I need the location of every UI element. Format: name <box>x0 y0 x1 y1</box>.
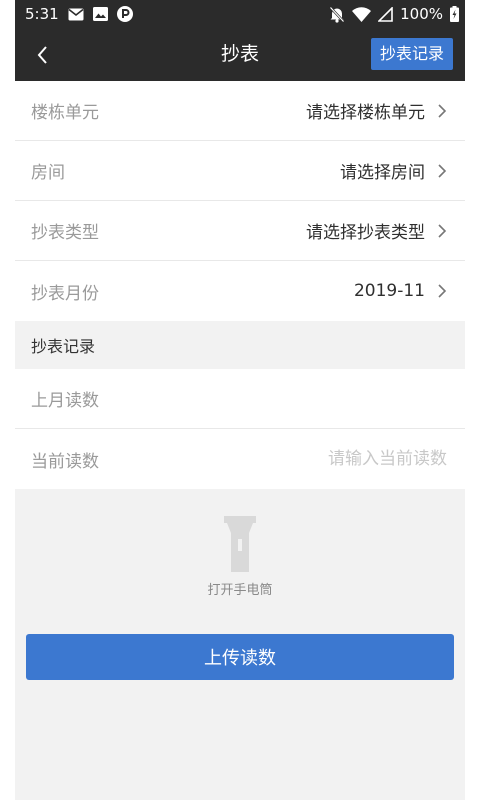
status-bar: 5:31 100% <box>15 0 465 28</box>
flashlight-icon <box>224 516 256 572</box>
signal-icon <box>378 6 393 22</box>
flashlight-label: 打开手电筒 <box>207 583 273 598</box>
title-bar: 抄表 抄表记录 <box>15 28 465 81</box>
row-label: 房间 <box>31 163 65 183</box>
reading-form: 楼栋单元 请选择楼栋单元 房间 请选择房间 抄表类型 请选择抄表类型 抄表月份 … <box>15 81 465 489</box>
row-label: 楼栋单元 <box>31 103 99 123</box>
chevron-right-icon <box>437 283 449 299</box>
section-title: 抄表记录 <box>15 321 465 369</box>
upload-reading-button[interactable]: 上传读数 <box>26 634 454 680</box>
mail-icon <box>68 8 84 21</box>
row-label: 抄表月份 <box>31 283 99 304</box>
room-selector[interactable]: 房间 请选择房间 <box>15 141 465 201</box>
building-unit-selector[interactable]: 楼栋单元 请选择楼栋单元 <box>15 81 465 141</box>
chevron-right-icon <box>437 223 449 239</box>
flashlight-toggle[interactable]: 打开手电筒 <box>15 515 465 598</box>
meter-type-selector[interactable]: 抄表类型 请选择抄表类型 <box>15 201 465 261</box>
current-reading-input[interactable] <box>245 448 449 470</box>
meter-records-button[interactable]: 抄表记录 <box>370 38 453 70</box>
row-label: 抄表类型 <box>31 223 99 243</box>
image-icon <box>92 7 108 21</box>
app-frame: 5:31 100% 抄表 抄表记录 楼栋单元 请选择楼栋单元 房间 请选择房间 … <box>15 0 465 800</box>
row-value: 请选择房间 <box>340 163 425 183</box>
status-time: 5:31 <box>25 5 59 23</box>
chevron-right-icon <box>437 103 449 119</box>
row-value: 2019-11 <box>353 281 425 301</box>
row-value: 请选择楼栋单元 <box>306 103 425 123</box>
last-month-reading-row: 上月读数 <box>15 369 465 429</box>
p-app-icon <box>116 6 133 22</box>
wifi-icon <box>352 6 372 22</box>
row-label: 当前读数 <box>31 451 99 472</box>
reading-month-selector[interactable]: 抄表月份 2019-11 <box>15 261 465 321</box>
battery-charging-icon <box>450 6 459 22</box>
row-label: 上月读数 <box>31 391 99 411</box>
notifications-off-icon <box>329 5 345 23</box>
battery-percent: 100% <box>400 5 443 23</box>
chevron-right-icon <box>437 163 449 179</box>
current-reading-row: 当前读数 <box>15 429 465 489</box>
row-value: 请选择抄表类型 <box>306 223 425 243</box>
